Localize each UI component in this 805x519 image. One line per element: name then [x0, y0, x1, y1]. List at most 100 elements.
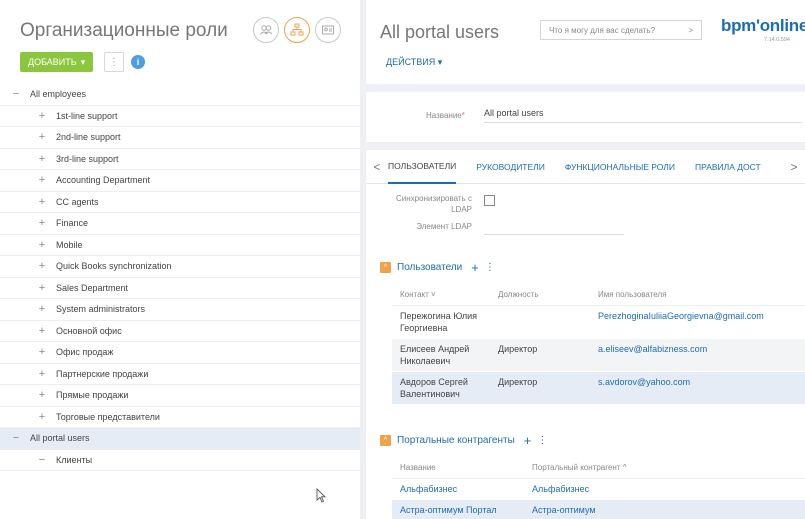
tab-functional-roles[interactable]: ФУНКЦИОНАЛЬНЫЕ РОЛИ	[565, 150, 675, 184]
tree-item[interactable]: + Quick Books synchronization	[0, 256, 360, 278]
tree-item[interactable]: + Sales Department	[0, 278, 360, 299]
tree-item[interactable]: + Accounting Department	[0, 170, 360, 192]
mouse-cursor-icon	[316, 488, 326, 503]
expand-icon[interactable]: +	[36, 303, 48, 315]
cell-position: Директор	[498, 344, 538, 354]
tree-item[interactable]: − All portal users	[0, 428, 360, 450]
tree-item[interactable]: − All employees	[0, 84, 360, 106]
more-button[interactable]: ⋮	[104, 52, 124, 72]
tab-users[interactable]: ПОЛЬЗОВАТЕЛИ	[388, 150, 457, 184]
name-field[interactable]: All portal users	[484, 108, 802, 123]
org-roles-tree: − All employees +1st-line support +2nd-line…	[0, 84, 360, 471]
column-position[interactable]: Должность	[490, 285, 590, 305]
tree-item-label: 1st-line support	[56, 110, 118, 121]
tree-item[interactable]: + Основной офис	[0, 321, 360, 342]
expand-icon[interactable]: +	[36, 325, 48, 337]
chevron-right-icon[interactable]: >	[688, 26, 693, 35]
add-button[interactable]: ДОБАВИТЬ ▾	[20, 52, 94, 72]
table-row[interactable]: Альфабизнес Альфабизнес	[392, 479, 805, 500]
add-user-button[interactable]: +	[471, 260, 479, 275]
cell-name[interactable]: Астра-оптимум Портал	[392, 500, 524, 519]
users-section-title[interactable]: Пользователи	[397, 262, 462, 273]
cell-contact: Пережогина Юлия Георгиевна	[400, 311, 478, 333]
column-name[interactable]: Название	[392, 458, 524, 478]
tree-item[interactable]: + Партнерские продажи	[0, 364, 360, 385]
users-icon	[260, 25, 273, 35]
hierarchy-view-button[interactable]	[284, 17, 310, 43]
tab-access-rules[interactable]: ПРАВИЛА ДОСТ	[695, 150, 761, 184]
add-button-label: ДОБАВИТЬ	[28, 57, 77, 67]
tree-item-label: Клиенты	[56, 454, 93, 465]
tree-item-label: 2nd-line support	[56, 132, 121, 143]
tree-item[interactable]: + Офис продаж	[0, 342, 360, 364]
tree-item[interactable]: +1st-line support	[0, 106, 360, 127]
tree-item-label: All employees	[30, 89, 87, 100]
command-line-placeholder: Что я могу для вас сделать?	[549, 25, 656, 35]
tree-item[interactable]: + System administrators	[0, 299, 360, 321]
brand-logo[interactable]: bpm'online	[721, 16, 805, 36]
contractors-more-button[interactable]: ⋮	[537, 435, 547, 446]
add-contractor-button[interactable]: +	[524, 433, 532, 448]
expand-icon[interactable]: +	[36, 131, 48, 143]
ldap-sync-checkbox[interactable]	[484, 195, 495, 206]
tree-item-label: Прямые продажи	[56, 390, 129, 401]
expand-icon[interactable]: +	[36, 389, 48, 401]
contractors-section-title[interactable]: Портальные контрагенты	[397, 435, 515, 446]
cell-user[interactable]: a.eliseev@alfabizness.com	[590, 339, 805, 371]
version-label: 7.14.0.594	[764, 37, 790, 43]
detail-panel: < ПОЛЬЗОВАТЕЛИ РУКОВОДИТЕЛИ ФУНКЦИОНАЛЬН…	[366, 150, 805, 519]
expand-icon[interactable]: +	[36, 282, 48, 294]
expand-icon[interactable]: +	[36, 368, 48, 380]
cell-user[interactable]: s.avdorov@yahoo.com	[590, 372, 805, 404]
command-line-input[interactable]: Что я могу для вас сделать? >	[540, 20, 702, 40]
expand-icon[interactable]: +	[36, 260, 48, 272]
tree-item[interactable]: − Клиенты	[0, 450, 360, 471]
tree-item-label: All portal users	[30, 433, 90, 444]
table-row[interactable]: Авдоров Сергей Валентинович Директор s.avd…	[392, 372, 805, 405]
collapse-icon[interactable]: −	[10, 88, 22, 100]
tabs-scroll-right-icon[interactable]: >	[783, 159, 805, 174]
expand-icon[interactable]: +	[36, 411, 48, 423]
tree-item-label: Партнерские продажи	[56, 368, 149, 379]
cell-position	[490, 306, 590, 338]
expand-icon[interactable]: +	[36, 174, 48, 186]
expand-icon[interactable]: +	[36, 153, 48, 165]
column-username[interactable]: Имя пользователя	[590, 285, 805, 305]
cell-user[interactable]: PerezhoginaIuliiaGeorgievna@gmail.com	[590, 306, 805, 338]
cell-account[interactable]: Альфабизнес	[524, 479, 724, 499]
ldap-element-field[interactable]	[484, 221, 624, 235]
tree-item[interactable]: + CC agents	[0, 192, 360, 213]
actions-menu-button[interactable]: ДЕЙСТВИЯ ▾	[386, 57, 442, 68]
expand-icon[interactable]: +	[36, 217, 48, 229]
cell-account[interactable]: Астра-оптимум	[524, 500, 724, 519]
expand-icon[interactable]: +	[36, 346, 48, 358]
table-row[interactable]: Пережогина Юлия Георгиевна PerezhoginaIul…	[392, 306, 805, 339]
cell-name[interactable]: Альфабизнес	[392, 479, 524, 499]
tree-item[interactable]: +3rd-line support	[0, 149, 360, 170]
users-more-button[interactable]: ⋮	[485, 262, 495, 273]
tree-item[interactable]: +2nd-line support	[0, 127, 360, 149]
tree-item-label: Торговые представители	[56, 411, 160, 422]
expand-icon[interactable]: +	[36, 196, 48, 208]
collapse-icon[interactable]: ^	[380, 435, 391, 446]
tree-item[interactable]: + Finance	[0, 213, 360, 235]
tabs-scroll-left-icon[interactable]: <	[366, 160, 388, 174]
expand-icon[interactable]: +	[36, 110, 48, 122]
collapse-icon[interactable]: −	[10, 432, 22, 444]
card-view-button[interactable]	[315, 17, 341, 43]
expand-icon[interactable]: +	[36, 239, 48, 251]
column-contact[interactable]: Контакт ˅	[392, 285, 490, 305]
table-row[interactable]: Елисеев Андрей Николаевич Директор a.elise…	[392, 339, 805, 372]
org-roles-view-button[interactable]	[253, 17, 279, 43]
column-portal-account[interactable]: Портальный контрагент ^	[524, 458, 724, 478]
cell-contact: Елисеев Андрей Николаевич	[400, 344, 470, 366]
info-icon[interactable]: i	[131, 55, 145, 69]
collapse-icon[interactable]: −	[36, 454, 48, 466]
tree-item[interactable]: + Прямые продажи	[0, 385, 360, 407]
tree-item[interactable]: + Торговые представители	[0, 407, 360, 428]
table-row[interactable]: Астра-оптимум Портал Астра-оптимум	[392, 500, 805, 519]
tree-item[interactable]: + Mobile	[0, 235, 360, 256]
tab-managers[interactable]: РУКОВОДИТЕЛИ	[476, 150, 545, 184]
org-roles-panel: Организационные роли ДОБАВИТЬ ▾ ⋮ i − All…	[0, 0, 360, 519]
collapse-icon[interactable]: ^	[380, 262, 391, 273]
